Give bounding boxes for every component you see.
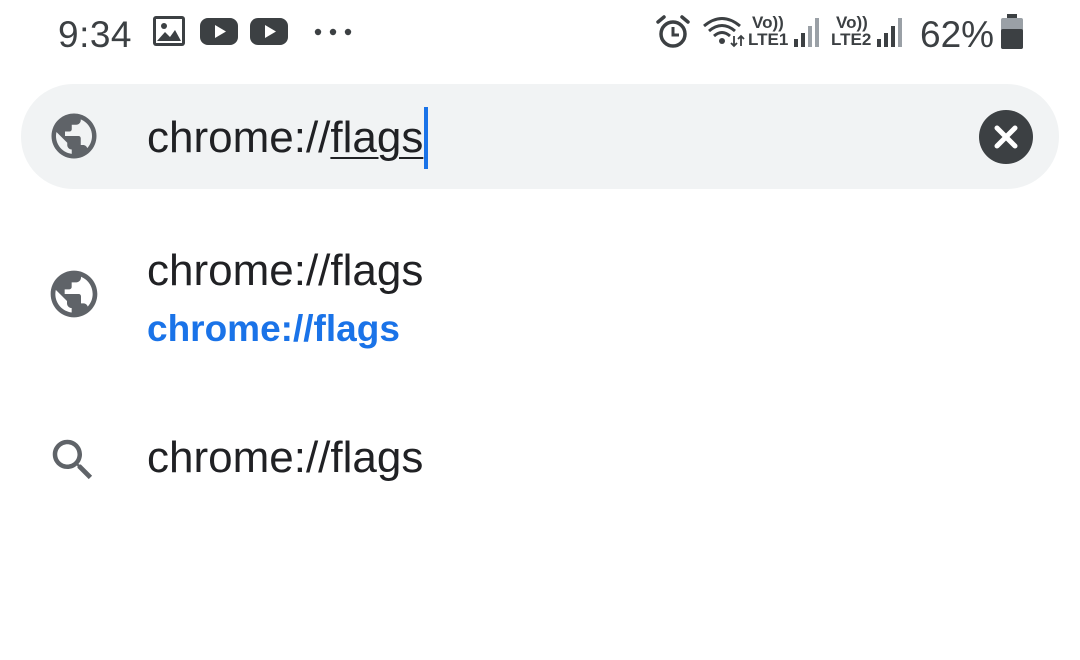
suggestion-search-item[interactable]: chrome://flags bbox=[0, 415, 1080, 505]
search-icon bbox=[52, 439, 93, 480]
suggestion-url: chrome://flags bbox=[147, 308, 400, 349]
suggestion-title: chrome://flags bbox=[147, 433, 424, 482]
chrome-screen: 9:34 Vo)) LTE1 Vo)) LTE2 62% chrome://fl… bbox=[0, 0, 1080, 660]
signal-icon bbox=[877, 18, 902, 47]
battery-percent: 62% bbox=[920, 14, 995, 55]
sim1-lte-label: LTE1 bbox=[748, 30, 789, 49]
youtube-icon bbox=[250, 18, 288, 45]
sim2-lte-label: LTE2 bbox=[831, 30, 872, 49]
signal-icon bbox=[794, 18, 819, 47]
suggestion-title: chrome://flags bbox=[147, 246, 424, 295]
status-time: 9:34 bbox=[58, 14, 133, 55]
omnibox[interactable]: chrome://flags bbox=[21, 84, 1059, 189]
alarm-icon bbox=[656, 15, 690, 48]
globe-icon bbox=[51, 113, 97, 159]
sim1-volte-label: Vo)) bbox=[752, 13, 784, 32]
youtube-icon bbox=[200, 18, 238, 45]
battery-icon bbox=[1001, 14, 1023, 49]
omnibox-autocomplete-text: flags bbox=[330, 113, 424, 162]
more-dots-icon bbox=[314, 28, 352, 36]
gallery-icon bbox=[153, 16, 185, 46]
globe-icon bbox=[50, 270, 98, 318]
suggestion-url-item[interactable]: chrome://flags chrome://flags bbox=[0, 232, 1080, 362]
wifi-icon bbox=[703, 17, 745, 48]
sim2-volte-label: Vo)) bbox=[836, 13, 868, 32]
clear-button[interactable] bbox=[979, 110, 1033, 164]
close-icon bbox=[994, 125, 1018, 149]
omnibox-input[interactable]: chrome://flags bbox=[147, 107, 429, 169]
omnibox-typed-text: chrome:// bbox=[147, 113, 331, 162]
status-bar: 9:34 Vo)) LTE1 Vo)) LTE2 62% bbox=[0, 0, 1080, 64]
text-cursor bbox=[424, 107, 429, 169]
